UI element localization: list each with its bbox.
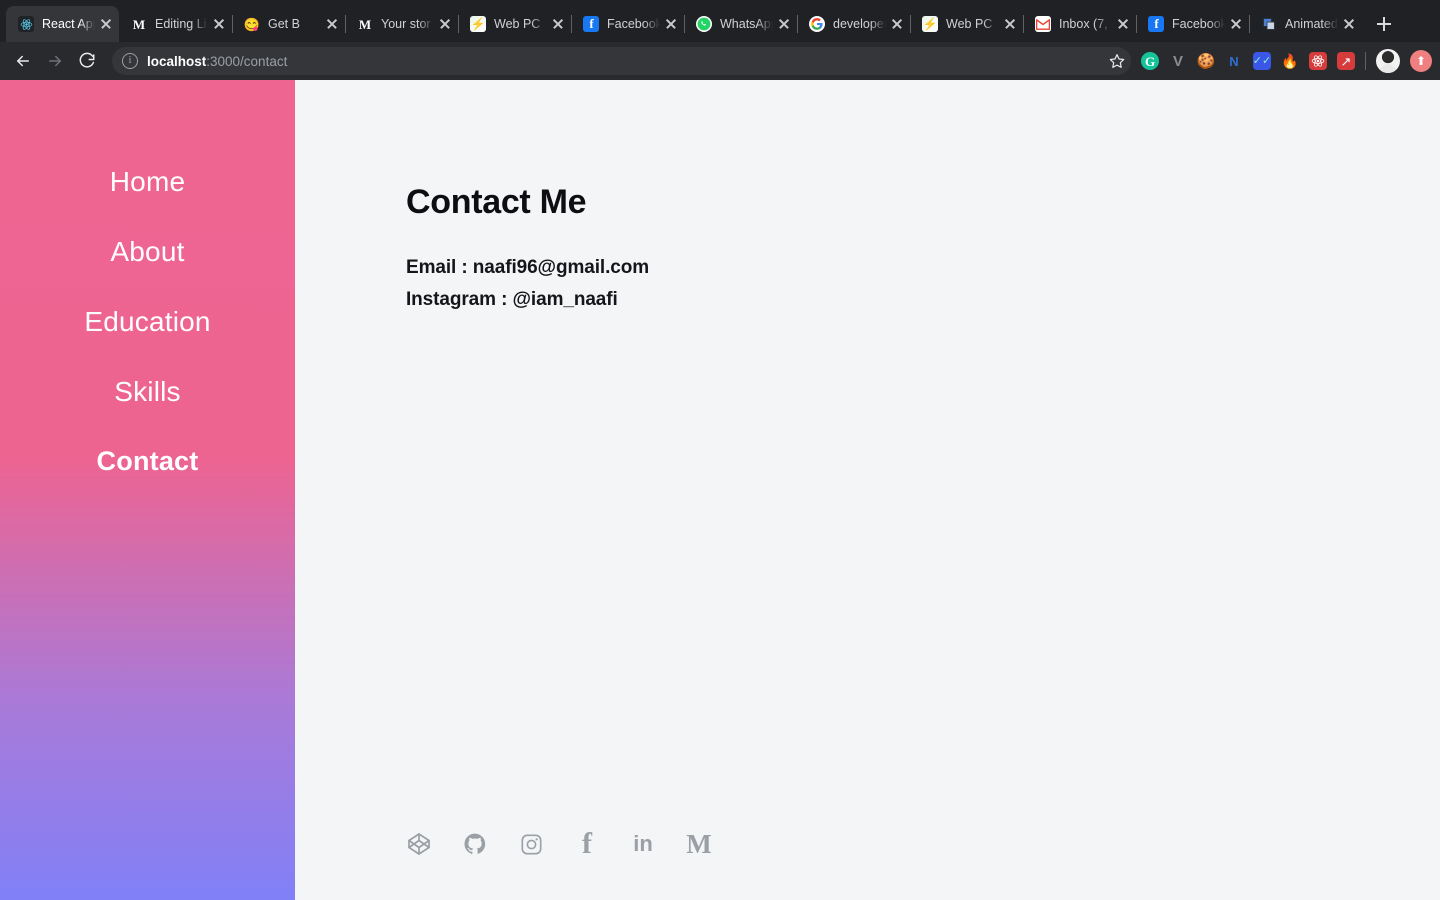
tab-whatsapp[interactable]: WhatsApp <box>684 6 797 42</box>
tab-title: developer <box>833 17 886 31</box>
bookmark-star-icon[interactable] <box>1103 47 1131 75</box>
page-title: Contact Me <box>406 183 587 221</box>
tab-react-app[interactable]: React App <box>6 6 119 42</box>
close-icon[interactable] <box>323 15 341 33</box>
social-links: f in M <box>406 829 712 859</box>
medium-icon[interactable]: M <box>686 831 712 858</box>
redirect-arrow-icon[interactable]: ↗ <box>1337 52 1355 70</box>
email-line: Email : naafi96@gmail.com <box>406 257 650 278</box>
google-favicon <box>809 16 825 32</box>
sidebar-item-education[interactable]: Education <box>84 308 210 336</box>
tab-title: Get B <box>268 17 300 31</box>
close-icon[interactable] <box>888 15 906 33</box>
back-button[interactable] <box>8 46 38 76</box>
close-icon[interactable] <box>1227 15 1245 33</box>
main-content: Contact Me Email : naafi96@gmail.com Ins… <box>295 80 1440 900</box>
tab-title: Editing Li <box>155 17 207 31</box>
close-icon[interactable] <box>1340 15 1358 33</box>
linkedin-icon[interactable]: in <box>630 831 656 857</box>
tab-strip: React App M Editing Li 😋 Get B M Your st… <box>0 0 1440 42</box>
close-icon[interactable] <box>97 15 115 33</box>
sidebar-item-skills[interactable]: Skills <box>114 378 181 406</box>
site-info-icon[interactable]: i <box>122 53 138 69</box>
tab-facebook-1[interactable]: f Facebook <box>571 6 684 42</box>
browser-toolbar: i localhost:3000/contact G V 🍪 N ✓✓ 🔥 ↗ … <box>0 42 1440 80</box>
site-sidebar: Home About Education Skills Contact <box>0 80 295 900</box>
emoji-favicon: 😋 <box>244 16 260 32</box>
close-icon[interactable] <box>1001 15 1019 33</box>
tab-your-story[interactable]: M Your stor <box>345 6 458 42</box>
tab-title: Animated <box>1285 17 1338 31</box>
close-icon[interactable] <box>436 15 454 33</box>
tab-editing-li[interactable]: M Editing Li <box>119 6 232 42</box>
sidebar-item-about[interactable]: About <box>110 238 184 266</box>
tab-web-pc-1[interactable]: ⚡ Web PC <box>458 6 571 42</box>
codepen-icon[interactable] <box>406 831 432 857</box>
tab-facebook-2[interactable]: f Facebook <box>1136 6 1249 42</box>
cookie-editor-icon[interactable]: 🍪 <box>1197 52 1216 70</box>
sidebar-item-contact[interactable]: Contact <box>97 448 199 475</box>
reload-button[interactable] <box>72 46 102 76</box>
fire-icon[interactable]: 🔥 <box>1281 52 1299 70</box>
tab-inbox-gmail[interactable]: Inbox (7, <box>1023 6 1136 42</box>
notion-icon[interactable]: N <box>1225 52 1243 70</box>
react-devtools-icon[interactable] <box>1309 52 1327 70</box>
vue-devtools-icon[interactable]: V <box>1169 52 1187 70</box>
tab-animated[interactable]: Animated <box>1249 6 1362 42</box>
tab-title: Web PC <box>494 17 541 31</box>
facebook-favicon: f <box>1148 16 1164 32</box>
address-bar[interactable]: i localhost:3000/contact <box>112 47 1131 75</box>
medium-favicon: M <box>358 16 372 32</box>
whatsapp-favicon <box>696 16 712 32</box>
close-icon[interactable] <box>775 15 793 33</box>
url-host: localhost <box>147 53 207 69</box>
toolbar-divider <box>1365 52 1366 70</box>
webpc-favicon: ⚡ <box>470 16 486 32</box>
grammarly-icon[interactable]: G <box>1141 52 1159 70</box>
browser-window: React App M Editing Li 😋 Get B M Your st… <box>0 0 1440 900</box>
gmail-favicon <box>1035 16 1051 32</box>
medium-favicon: M <box>132 16 146 32</box>
tab-title: WhatsApp <box>720 17 773 31</box>
update-arrow-icon[interactable]: ⬆ <box>1410 50 1432 72</box>
gif-favicon <box>1261 16 1277 32</box>
tab-title: Facebook <box>607 17 660 31</box>
sidebar-item-home[interactable]: Home <box>110 168 186 196</box>
tab-title: Your stor <box>381 17 431 31</box>
webpc-favicon: ⚡ <box>922 16 938 32</box>
close-icon[interactable] <box>549 15 567 33</box>
github-icon[interactable] <box>462 831 488 857</box>
react-favicon <box>18 16 34 32</box>
tab-developer[interactable]: developer <box>797 6 910 42</box>
tab-title: React App <box>42 17 95 31</box>
close-icon[interactable] <box>210 15 228 33</box>
blue-check-icon[interactable]: ✓✓ <box>1253 52 1271 70</box>
facebook-icon[interactable]: f <box>574 829 600 859</box>
url-text: localhost:3000/contact <box>147 54 287 69</box>
url-path: :3000/contact <box>206 53 288 69</box>
instagram-line: Instagram : @iam_naafi <box>406 288 618 310</box>
avatar[interactable] <box>1376 49 1400 73</box>
page-viewport: Home About Education Skills Contact Cont… <box>0 80 1440 900</box>
instagram-icon[interactable] <box>518 831 544 857</box>
tab-title: Facebook <box>1172 17 1225 31</box>
close-icon[interactable] <box>1114 15 1132 33</box>
tab-title: Web PC <box>946 17 993 31</box>
tab-get-b[interactable]: 😋 Get B <box>232 6 345 42</box>
extensions-row: G V 🍪 N ✓✓ 🔥 ↗ ⬆ <box>1141 49 1432 73</box>
close-icon[interactable] <box>662 15 680 33</box>
new-tab-button[interactable] <box>1370 10 1398 38</box>
facebook-favicon: f <box>583 16 599 32</box>
forward-button[interactable] <box>40 46 70 76</box>
tab-title: Inbox (7, <box>1059 17 1108 31</box>
tab-web-pc-2[interactable]: ⚡ Web PC <box>910 6 1023 42</box>
